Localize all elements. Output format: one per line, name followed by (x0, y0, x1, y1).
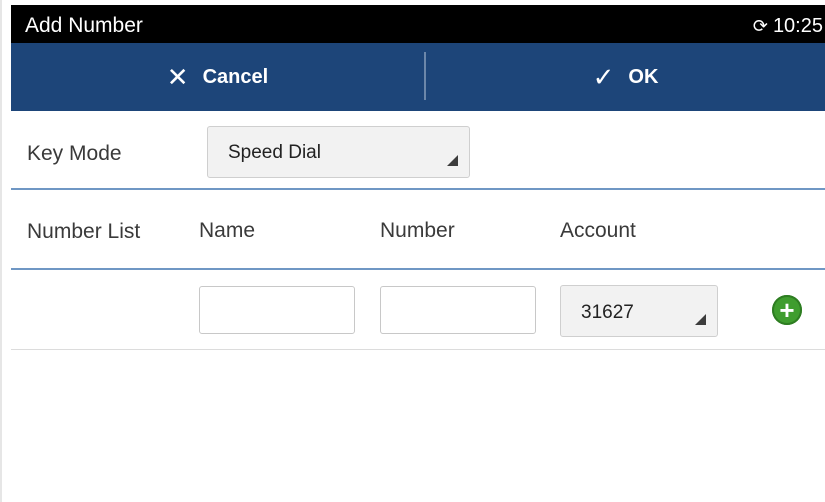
sync-icon: ⟳ (752, 16, 768, 36)
column-header-number: Number (380, 219, 455, 242)
account-select[interactable]: 31627 (560, 285, 718, 337)
close-icon: ✕ (166, 62, 189, 92)
name-input[interactable] (199, 286, 355, 334)
column-header-name: Name (199, 219, 256, 242)
number-input[interactable] (380, 286, 536, 334)
add-number-screen: Add Number ⟳ 10:25 ✕ Cancel ✓ OK Key Mode… (11, 5, 825, 502)
header-divider (11, 268, 825, 270)
window-edge (0, 0, 2, 502)
cancel-label: Cancel (202, 65, 269, 88)
key-mode-label: Key Mode (27, 142, 122, 165)
status-bar: Add Number ⟳ 10:25 (11, 5, 825, 43)
add-circle-icon[interactable]: + (772, 295, 802, 325)
column-header-account: Account (560, 219, 636, 242)
action-bar: ✕ Cancel ✓ OK (11, 43, 825, 111)
status-indicators: ⟳ 10:25 (753, 14, 823, 38)
window-title: Add Number (25, 14, 143, 37)
key-mode-value: Speed Dial (228, 142, 321, 163)
dropdown-arrow-icon (695, 314, 706, 325)
section-divider (11, 188, 825, 190)
dropdown-arrow-icon (447, 155, 458, 166)
key-mode-select[interactable]: Speed Dial (207, 126, 470, 178)
account-value: 31627 (581, 302, 634, 323)
row-divider (11, 349, 825, 350)
ok-label: OK (628, 65, 659, 88)
ok-button[interactable]: ✓ OK (426, 43, 825, 111)
clock-time: 10:25 (772, 15, 823, 37)
cancel-button[interactable]: ✕ Cancel (11, 43, 424, 111)
check-icon: ✓ (592, 62, 615, 92)
number-list-label: Number List (27, 220, 141, 243)
